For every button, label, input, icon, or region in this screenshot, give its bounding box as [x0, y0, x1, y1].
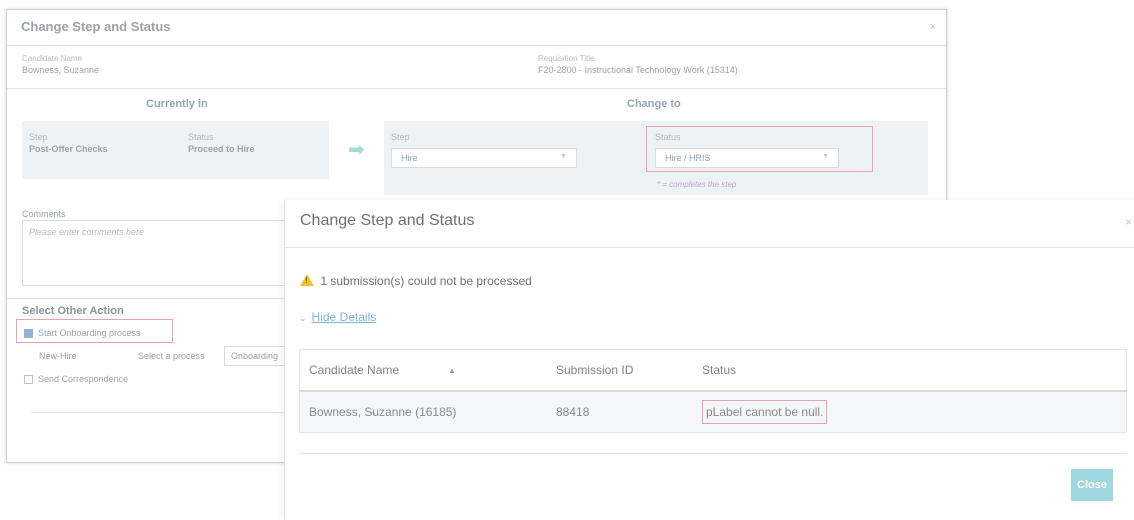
status-error-text: pLabel cannot be null. — [702, 400, 828, 424]
back-dialog-title: Change Step and Status — [21, 19, 171, 34]
cell-status: pLabel cannot be null. — [693, 391, 1127, 433]
select-process-label: Select a process — [138, 351, 205, 361]
status-highlight-box — [646, 126, 873, 172]
divider — [285, 247, 1134, 248]
current-step-value: Post-Offer Checks — [29, 144, 108, 154]
cell-candidate: Bowness, Suzanne (16185) — [299, 391, 547, 433]
requisition-title-label: Requisition Title — [538, 54, 595, 63]
table-header-row: Candidate Name ▲ Submission ID Status — [299, 349, 1127, 392]
comments-textarea[interactable]: Please enter comments here — [22, 220, 322, 286]
step-select-value: Hire — [401, 153, 418, 163]
column-header-status[interactable]: Status — [693, 349, 1127, 392]
divider — [299, 453, 1127, 454]
results-table: Candidate Name ▲ Submission ID Status Bow… — [299, 349, 1127, 433]
submission-error-dialog: Change Step and Status × ! 1 submission(… — [284, 200, 1134, 520]
divider — [7, 88, 946, 89]
candidate-name-value: Bowness, Suzanne — [22, 65, 100, 75]
back-dialog-header: Change Step and Status × — [7, 10, 946, 46]
send-correspondence-checkbox[interactable] — [24, 375, 33, 385]
current-status-label: Status — [188, 132, 214, 142]
warning-icon: ! — [300, 274, 314, 286]
step-select[interactable]: Hire ▼ — [391, 148, 577, 168]
comments-label: Comments — [22, 209, 66, 219]
onboarding-highlight-box — [16, 319, 173, 343]
sort-ascending-icon[interactable]: ▲ — [448, 366, 456, 375]
warning-message: ! 1 submission(s) could not be processed — [300, 273, 532, 288]
hide-details-toggle[interactable]: ⌄ Hide Details — [299, 310, 376, 324]
close-button[interactable]: Close — [1071, 469, 1113, 501]
current-step-label: Step — [29, 132, 48, 142]
column-header-label: Candidate Name — [309, 363, 400, 377]
chevron-down-icon: ▼ — [560, 153, 567, 160]
table-row: Bowness, Suzanne (16185) 88418 pLabel ca… — [299, 391, 1127, 433]
currently-in-title: Currently in — [146, 98, 208, 110]
arrow-right-icon: ➡ — [348, 139, 365, 161]
current-step-panel: Step Post-Offer Checks Status Proceed to… — [22, 121, 329, 179]
select-other-action-title: Select Other Action — [22, 305, 124, 317]
requisition-title-value: F20-2800 - Instructional Technology Work… — [538, 65, 738, 75]
change-to-title: Change to — [627, 98, 681, 110]
new-step-label: Step — [391, 132, 410, 142]
cell-submission-id: 88418 — [547, 391, 693, 433]
divider — [7, 298, 287, 299]
send-correspondence-label: Send Correspondence — [38, 374, 129, 384]
send-correspondence-row[interactable]: Send Correspondence — [24, 374, 129, 385]
hide-details-link[interactable]: Hide Details — [312, 310, 377, 324]
candidate-name-label: Candidate Name — [22, 54, 83, 63]
warning-text: 1 submission(s) could not be processed — [320, 274, 532, 288]
divider — [31, 412, 287, 413]
column-header-candidate-name[interactable]: Candidate Name ▲ — [299, 349, 547, 392]
requisition-info: Requisition Title F20-2800 - Instruction… — [538, 54, 738, 75]
column-header-submission-id[interactable]: Submission ID — [547, 349, 693, 392]
current-status-value: Proceed to Hire — [188, 144, 255, 154]
candidate-info: Candidate Name Bowness, Suzanne — [22, 54, 99, 75]
dialog-title: Change Step and Status — [300, 212, 475, 229]
back-dialog-close-icon[interactable]: × — [930, 21, 936, 33]
close-icon[interactable]: × — [1125, 215, 1132, 229]
chevron-down-icon: ⌄ — [299, 313, 307, 323]
completes-step-hint: * = completes the step — [657, 180, 737, 189]
new-hire-label: New-Hire — [39, 351, 77, 361]
